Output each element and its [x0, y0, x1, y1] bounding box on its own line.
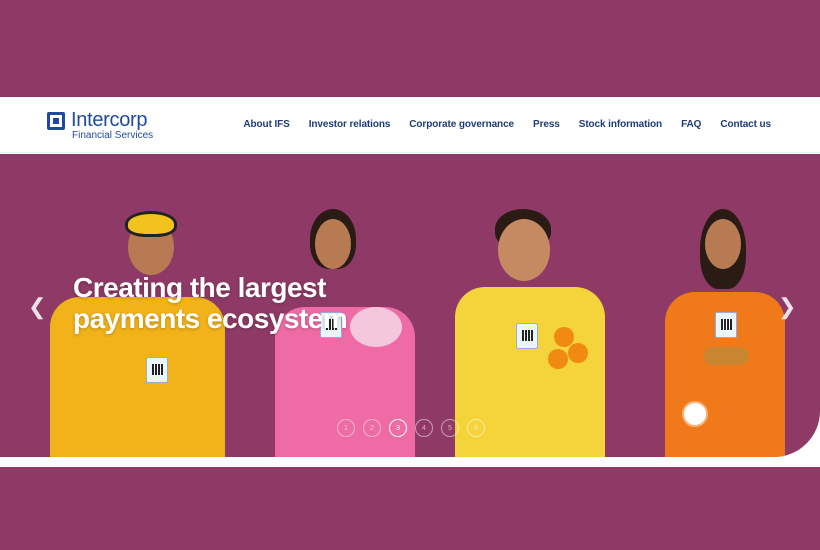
florist-face	[315, 219, 351, 269]
nav-about-ifs[interactable]: About IFS	[243, 119, 289, 130]
nav-investor-relations[interactable]: Investor relations	[309, 119, 391, 130]
qr-badge	[146, 357, 168, 383]
carousel-dot-1[interactable]: 1	[337, 419, 355, 437]
nav-stock-information[interactable]: Stock information	[579, 119, 662, 130]
carousel-dot-2[interactable]: 2	[363, 419, 381, 437]
nav-contact-us[interactable]: Contact us	[720, 119, 771, 130]
site-header: Intercorp Financial Services About IFS I…	[0, 97, 820, 153]
qr-badge	[715, 312, 737, 338]
hero-headline-line2: payments ecosystem	[73, 303, 348, 334]
cupcake-tray	[704, 347, 748, 365]
hero-headline-line1: Creating the largest	[73, 272, 326, 303]
nav-corporate-governance[interactable]: Corporate governance	[409, 119, 514, 130]
hero-carousel: Creating the largest payments ecosystem …	[0, 154, 820, 457]
web-page: Intercorp Financial Services About IFS I…	[0, 97, 820, 467]
chevron-left-icon[interactable]: ❮	[28, 294, 46, 320]
carousel-dot-6[interactable]: 6	[467, 419, 485, 437]
hero-headline: Creating the largest payments ecosystem	[73, 272, 348, 334]
baker-face	[705, 219, 741, 269]
hero-person-baker	[660, 207, 790, 457]
logo-mark-icon	[47, 112, 65, 130]
brand-subtitle: Financial Services	[72, 130, 154, 141]
browser-viewport: Intercorp Financial Services About IFS I…	[0, 0, 820, 550]
carousel-pagination: 1 2 3 4 5 6	[337, 419, 485, 437]
brand-name: Intercorp	[71, 109, 148, 131]
rider-helmet	[125, 211, 177, 237]
orange-fruit	[548, 349, 568, 369]
intercorp-logo[interactable]: Intercorp Financial Services	[47, 110, 153, 142]
carousel-dot-5[interactable]: 5	[441, 419, 459, 437]
carousel-dot-3[interactable]: 3	[389, 419, 407, 437]
cupcake-logo	[682, 401, 708, 427]
nav-press[interactable]: Press	[533, 119, 560, 130]
qr-badge	[516, 323, 538, 349]
flower-bouquet	[350, 307, 402, 347]
nav-faq[interactable]: FAQ	[681, 119, 701, 130]
main-nav: About IFS Investor relations Corporate g…	[243, 119, 771, 130]
carousel-dot-4[interactable]: 4	[415, 419, 433, 437]
chevron-right-icon[interactable]: ❯	[778, 294, 796, 320]
orange-fruit	[568, 343, 588, 363]
fruit-seller-face	[498, 219, 550, 281]
logo-text: Intercorp Financial Services	[71, 110, 153, 142]
